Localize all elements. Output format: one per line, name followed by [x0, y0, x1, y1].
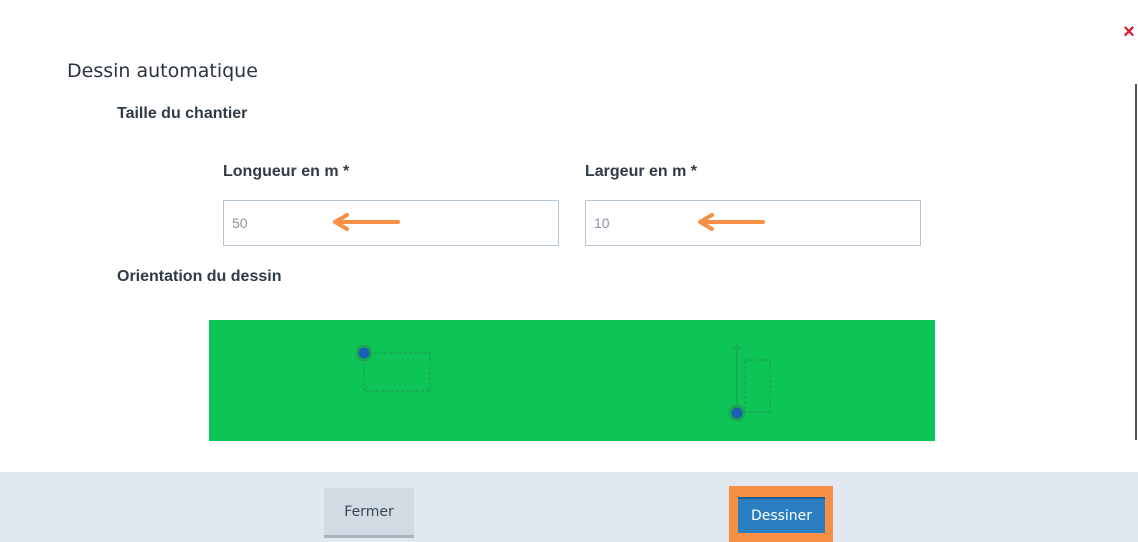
scrollbar[interactable]: [1135, 84, 1137, 440]
vertical-orientation-icon[interactable]: [728, 343, 771, 422]
length-label: Longueur en m *: [223, 163, 350, 180]
orientation-section-title: Orientation du dessin: [117, 268, 282, 285]
size-section-title: Taille du chantier: [117, 105, 248, 122]
modal-title: Dessin automatique: [67, 60, 258, 82]
close-button[interactable]: Fermer: [324, 488, 414, 538]
annotation-arrow-icon: [333, 213, 400, 231]
orientation-selector[interactable]: [209, 320, 935, 441]
auto-draw-modal: × Dessin automatique Taille du chantier …: [0, 0, 1138, 542]
width-label: Largeur en m *: [585, 163, 698, 180]
annotation-arrow-icon: [698, 213, 765, 231]
close-icon[interactable]: ×: [1119, 22, 1138, 42]
draw-button[interactable]: Dessiner: [738, 497, 825, 533]
modal-footer: Fermer Dessiner: [0, 472, 1138, 542]
horizontal-orientation-icon[interactable]: [355, 344, 431, 392]
